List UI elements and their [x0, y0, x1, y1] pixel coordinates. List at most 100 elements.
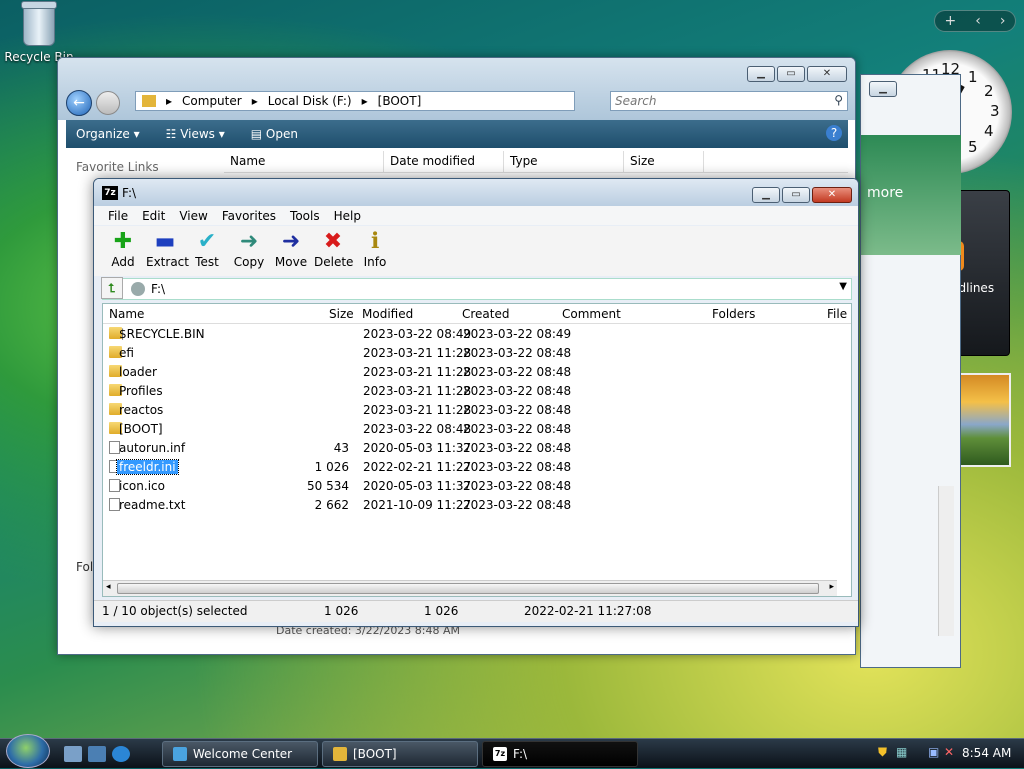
folder-icon	[333, 747, 347, 761]
menu-tools[interactable]: Tools	[290, 209, 320, 223]
breadcrumb-boot[interactable]: [BOOT]	[378, 94, 422, 108]
task-boot-folder[interactable]: [BOOT]	[322, 741, 478, 767]
row-modified: 2023-03-21 11:28	[363, 403, 472, 417]
address-bar[interactable]: ▸ Computer ▸ Local Disk (F:) ▸ [BOOT]	[135, 91, 575, 111]
task-7zip[interactable]: 7z F:\	[482, 741, 638, 767]
recycle-bin-desktop-icon[interactable]: Recycle Bin	[4, 1, 74, 64]
start-button[interactable]	[6, 734, 50, 768]
table-row[interactable]: autorun.inf 43 2020-05-03 11:37 2023-03-22 …	[103, 438, 851, 457]
minimize-button[interactable]: ▁	[747, 66, 775, 82]
table-row[interactable]: $RECYCLE.BIN 2023-03-22 08:49 2023-03-22 0…	[103, 324, 851, 343]
horizontal-scrollbar[interactable]: ◂ ▸	[103, 580, 837, 596]
tool-copy-button[interactable]: ➜ Copy	[230, 226, 268, 276]
folders-pane-label[interactable]: Fol	[76, 560, 93, 574]
chevron-right-icon[interactable]: ▸	[362, 94, 368, 108]
table-row[interactable]: readme.txt 2 662 2021-10-09 11:27 2023-03-2…	[103, 495, 851, 514]
column-comment[interactable]: Comment	[562, 307, 621, 321]
sidebar-controls[interactable]: + ‹ ›	[934, 10, 1016, 32]
row-name-text: icon.ico	[119, 479, 165, 493]
search-input[interactable]: Search ⚲	[610, 91, 848, 111]
menu-favorites[interactable]: Favorites	[222, 209, 276, 223]
column-created[interactable]: Created	[462, 307, 510, 321]
column-size[interactable]: Size	[329, 307, 354, 321]
volume-muted-icon[interactable]: ✕	[944, 745, 954, 759]
tool-label: Info	[363, 255, 387, 269]
row-size: 50 534	[307, 479, 349, 493]
switch-windows-icon[interactable]	[88, 746, 106, 762]
minus-icon: ▬	[154, 229, 176, 254]
breadcrumb-local-disk[interactable]: Local Disk (F:)	[268, 94, 352, 108]
views-button[interactable]: ☷ Views ▾	[166, 127, 225, 141]
tool-info-button[interactable]: ℹ Info	[356, 226, 394, 276]
table-row[interactable]: efi 2023-03-21 11:28 2023-03-22 08:48	[103, 343, 851, 362]
breadcrumb-computer[interactable]: Computer	[182, 94, 242, 108]
close-button[interactable]: ✕	[807, 66, 847, 82]
column-type[interactable]: Type	[504, 151, 624, 172]
tool-add-button[interactable]: ✚ Add	[104, 226, 142, 276]
task-welcome-center[interactable]: Welcome Center	[162, 741, 318, 767]
maximize-button[interactable]: ▭	[777, 66, 805, 82]
path-value[interactable]: F:\	[151, 282, 165, 296]
tool-label: Test	[195, 255, 219, 269]
chevron-right-icon[interactable]: ▸	[166, 94, 172, 108]
prev-icon[interactable]: ‹	[975, 13, 981, 29]
organize-button[interactable]: Organize ▾	[76, 127, 140, 141]
windows-flag-icon[interactable]: ▦	[896, 745, 907, 759]
minimize-button[interactable]: ▁	[752, 187, 780, 203]
column-name[interactable]: Name	[109, 307, 144, 321]
row-name-text: autorun.inf	[119, 441, 186, 455]
chevron-right-icon[interactable]: ▸	[252, 94, 258, 108]
table-row[interactable]: loader 2023-03-21 11:28 2023-03-22 08:48	[103, 362, 851, 381]
add-gadget-icon[interactable]: +	[945, 13, 957, 29]
status-packed: 1 026	[424, 604, 459, 618]
tool-delete-button[interactable]: ✖ Delete	[314, 226, 353, 276]
column-modified[interactable]: Modified	[362, 307, 413, 321]
row-name-text: reactos	[119, 403, 164, 417]
column-date-modified[interactable]: Date modified	[384, 151, 504, 172]
column-folders[interactable]: Folders	[712, 307, 755, 321]
open-button[interactable]: ▤ Open	[251, 127, 298, 141]
table-row[interactable]: freeldr.ini 1 026 2022-02-21 11:27 2023-03-…	[103, 457, 851, 476]
next-icon[interactable]: ›	[1000, 13, 1006, 29]
forward-button[interactable]	[96, 91, 120, 115]
scrollbar-thumb[interactable]	[117, 583, 819, 594]
clock-time[interactable]: 8:54 AM	[962, 746, 1011, 760]
tool-extract-button[interactable]: ▬ Extract	[146, 226, 189, 276]
security-shield-icon[interactable]: ⛊	[878, 745, 887, 760]
tool-test-button[interactable]: ✔ Test	[188, 226, 226, 276]
vertical-scrollbar[interactable]	[938, 486, 954, 636]
maximize-button[interactable]: ▭	[782, 187, 810, 203]
close-button[interactable]: ✕	[812, 187, 852, 203]
back-button[interactable]: ←	[66, 90, 92, 116]
internet-explorer-icon[interactable]	[112, 746, 130, 762]
scroll-left-icon[interactable]: ◂	[106, 582, 111, 592]
minimize-button[interactable]: ▁	[869, 81, 897, 97]
column-size[interactable]: Size	[624, 151, 704, 172]
up-folder-button[interactable]: ⮤	[101, 277, 123, 299]
7zip-titlebar[interactable]: 7z F:\	[94, 179, 858, 207]
menu-file[interactable]: File	[108, 209, 128, 223]
menu-edit[interactable]: Edit	[142, 209, 165, 223]
file-list[interactable]: Name Size Modified Created Comment Folde…	[102, 303, 852, 597]
menu-view[interactable]: View	[179, 209, 207, 223]
welcome-banner: more	[861, 135, 961, 255]
chevron-down-icon[interactable]: ▼	[839, 281, 847, 292]
tool-move-button[interactable]: ➜ Move	[272, 226, 310, 276]
search-icon[interactable]: ⚲	[834, 93, 843, 107]
row-modified: 2021-10-09 11:27	[363, 498, 472, 512]
help-icon[interactable]: ?	[826, 125, 842, 141]
table-row[interactable]: reactos 2023-03-21 11:28 2023-03-22 08:48	[103, 400, 851, 419]
table-row[interactable]: [BOOT] 2023-03-22 08:48 2023-03-22 08:48	[103, 419, 851, 438]
row-modified: 2022-02-21 11:27	[363, 460, 472, 474]
menu-help[interactable]: Help	[334, 209, 361, 223]
show-desktop-icon[interactable]	[64, 746, 82, 762]
column-name[interactable]: Name	[224, 151, 384, 172]
network-icon[interactable]: ▣	[928, 745, 939, 759]
table-row[interactable]: icon.ico 50 534 2020-05-03 11:37 2023-03-22…	[103, 476, 851, 495]
table-row[interactable]: Profiles 2023-03-21 11:28 2023-03-22 08:48	[103, 381, 851, 400]
scroll-right-icon[interactable]: ▸	[829, 582, 834, 592]
7zip-window[interactable]: 7z F:\ ▁ ▭ ✕ File Edit View Favorites To…	[93, 178, 859, 627]
column-file[interactable]: File	[827, 307, 847, 321]
7zip-caption-buttons: ▁ ▭ ✕	[752, 187, 852, 203]
path-bar[interactable]: ⮤ F:\ ▼	[101, 277, 852, 300]
